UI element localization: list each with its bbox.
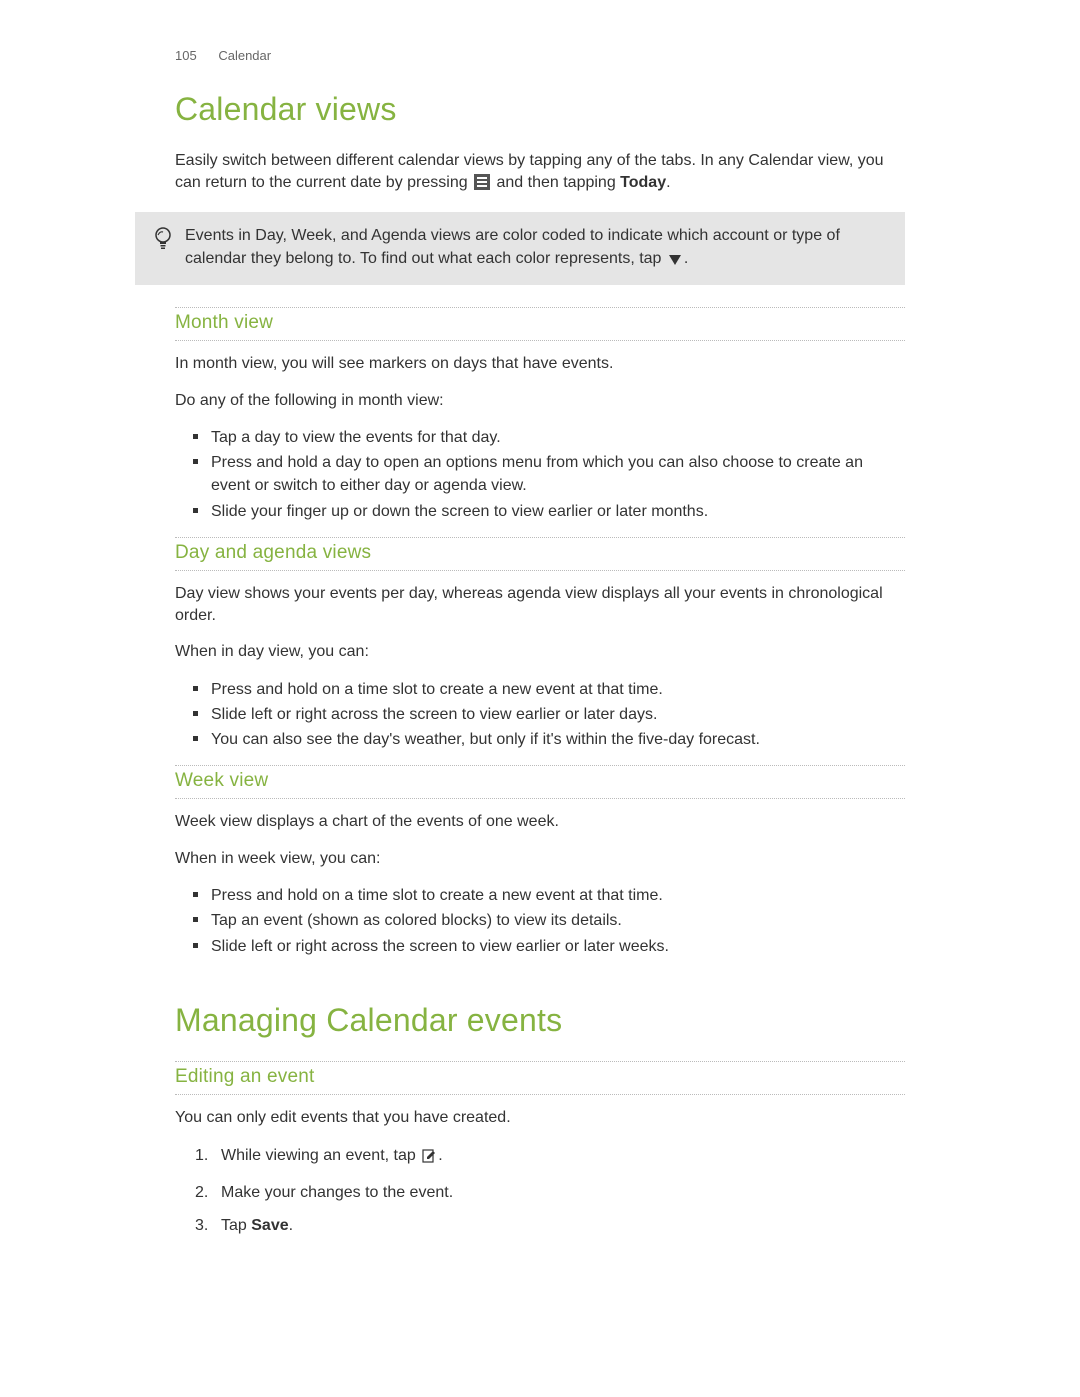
tip-callout: Events in Day, Week, and Agenda views ar… — [135, 212, 905, 285]
month-p1: In month view, you will see markers on d… — [175, 353, 905, 375]
document-page: 105 Calendar Calendar views Easily switc… — [0, 0, 1080, 1313]
step-item: Tap Save. — [195, 1213, 905, 1239]
list-item: Slide left or right across the screen to… — [209, 703, 905, 726]
edit-steps: While viewing an event, tap . Make your … — [175, 1143, 905, 1239]
step-1a: While viewing an event, tap — [221, 1147, 420, 1164]
list-item: Press and hold a day to open an options … — [209, 451, 905, 497]
list-item: Press and hold on a time slot to create … — [209, 884, 905, 907]
page-header: 105 Calendar — [175, 48, 905, 63]
week-bullets: Press and hold on a time slot to create … — [175, 884, 905, 958]
step-3a: Tap — [221, 1217, 251, 1234]
list-item: Slide your finger up or down the screen … — [209, 500, 905, 523]
intro-text-2: and then tapping — [492, 174, 620, 191]
heading-month-view: Month view — [175, 312, 905, 336]
dropdown-triangle-icon — [668, 250, 682, 273]
list-item: You can also see the day's weather, but … — [209, 728, 905, 751]
heading-editing-event: Editing an event — [175, 1066, 905, 1090]
tip-text: Events in Day, Week, and Agenda views ar… — [177, 224, 891, 273]
week-p2: When in week view, you can: — [175, 848, 905, 870]
list-item: Tap a day to view the events for that da… — [209, 426, 905, 449]
step-item: Make your changes to the event. — [195, 1180, 905, 1206]
today-label: Today — [620, 174, 666, 191]
save-label: Save — [251, 1217, 288, 1234]
edit-pencil-icon — [422, 1146, 436, 1172]
subheading-wrap: Day and agenda views — [175, 537, 905, 571]
heading-week-view: Week view — [175, 770, 905, 794]
subheading-wrap: Week view — [175, 765, 905, 799]
lightbulb-icon — [149, 224, 177, 250]
day-p1: Day view shows your events per day, wher… — [175, 583, 905, 628]
menu-icon — [474, 174, 490, 197]
day-p2: When in day view, you can: — [175, 641, 905, 663]
week-p1: Week view displays a chart of the events… — [175, 811, 905, 833]
step-item: While viewing an event, tap . — [195, 1143, 905, 1172]
step-3b: . — [289, 1217, 293, 1234]
heading-managing-events: Managing Calendar events — [175, 1002, 905, 1039]
day-bullets: Press and hold on a time slot to create … — [175, 678, 905, 752]
subheading-wrap: Month view — [175, 307, 905, 341]
intro-period: . — [666, 174, 670, 191]
tip-text-1: Events in Day, Week, and Agenda views ar… — [185, 227, 840, 267]
intro-paragraph: Easily switch between different calendar… — [175, 150, 905, 198]
tip-period: . — [684, 250, 688, 267]
section-name: Calendar — [218, 48, 271, 63]
list-item: Press and hold on a time slot to create … — [209, 678, 905, 701]
step-1b: . — [438, 1147, 442, 1164]
page-number: 105 — [175, 48, 197, 63]
edit-p1: You can only edit events that you have c… — [175, 1107, 905, 1129]
subheading-wrap: Editing an event — [175, 1061, 905, 1095]
month-p2: Do any of the following in month view: — [175, 390, 905, 412]
month-bullets: Tap a day to view the events for that da… — [175, 426, 905, 523]
heading-day-agenda: Day and agenda views — [175, 542, 905, 566]
list-item: Slide left or right across the screen to… — [209, 935, 905, 958]
heading-calendar-views: Calendar views — [175, 91, 905, 128]
list-item: Tap an event (shown as colored blocks) t… — [209, 909, 905, 932]
